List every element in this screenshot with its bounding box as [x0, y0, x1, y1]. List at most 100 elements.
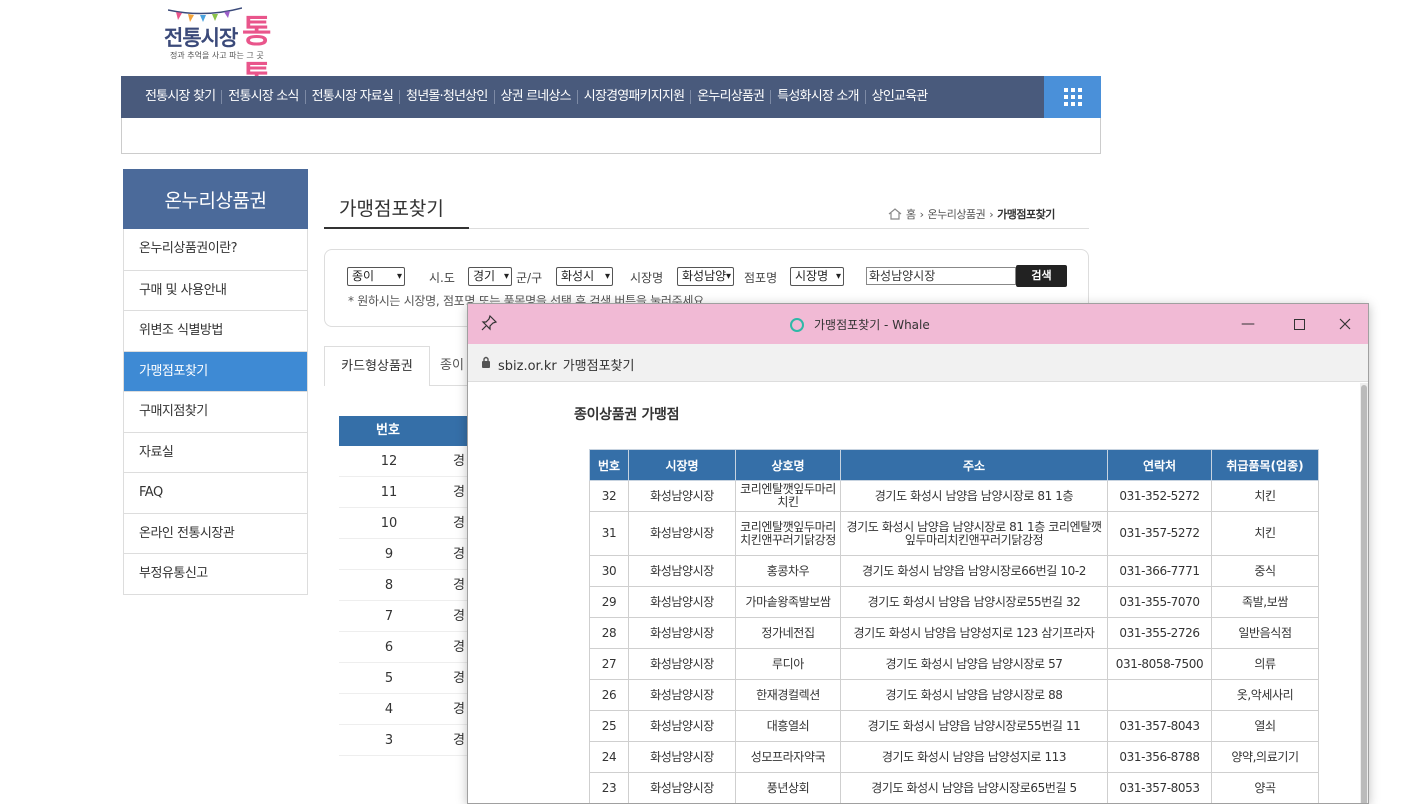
table-header-number: 번호 — [339, 416, 469, 446]
sidebar-item[interactable]: 가맹점포찾기 — [124, 350, 307, 391]
sidebar-item[interactable]: 온라인 전통시장관 — [124, 512, 307, 554]
pin-icon[interactable] — [480, 314, 498, 332]
cell-address: 경기도 화성시 남양읍 남양시장로 57 — [840, 648, 1108, 680]
table-row[interactable]: 7경 — [339, 601, 469, 632]
merchant-row[interactable]: 26 화성남양시장 한재경컬렉션 경기도 화성시 남양읍 남양시장로 88 옷,악세사리 — [589, 679, 1319, 711]
chevron-down-icon: ▾ — [503, 271, 509, 282]
sidebar-item[interactable]: 온누리상품권이란? — [124, 229, 307, 270]
top-nav-item[interactable]: 청년몰·청년상인 — [400, 90, 495, 104]
table-row[interactable]: 12 경 — [339, 446, 469, 477]
gungu-select[interactable]: 화성시 ▾ — [556, 267, 613, 286]
cell-market: 화성남양시장 — [628, 555, 736, 587]
cell-number: 25 — [589, 710, 629, 742]
merchant-row[interactable]: 25 화성남양시장 대흥열쇠 경기도 화성시 남양읍 남양시장로55번길 11 031-… — [589, 710, 1319, 742]
tab-paper-voucher[interactable]: 종이 — [430, 346, 470, 386]
table-row[interactable]: 9경 — [339, 539, 469, 570]
cell-market: 화성남양시장 — [628, 772, 736, 803]
merchant-row[interactable]: 28 화성남양시장 정가네전집 경기도 화성시 남양읍 남양성지로 123 삼기프라자… — [589, 617, 1319, 649]
sub-menu-bar — [121, 118, 1101, 154]
top-nav-item[interactable]: 특성화시장 소개 — [771, 90, 866, 104]
row-number: 4 — [384, 702, 394, 717]
merchant-row[interactable]: 29 화성남양시장 가마솥왕족발보쌈 경기도 화성시 남양읍 남양시장로55번길 32… — [589, 586, 1319, 618]
chevron-right-icon: › — [919, 207, 924, 221]
merchant-row[interactable]: 32 화성남양시장 코리엔탈깻잎두마리치킨 경기도 화성시 남양읍 남양시장로 81 … — [589, 480, 1319, 512]
merchant-row[interactable]: 30 화성남양시장 홍콩차우 경기도 화성시 남양읍 남양시장로66번길 10-2 03… — [589, 555, 1319, 587]
page-title: 가맹점포찾기 — [324, 194, 469, 229]
sidebar-item[interactable]: 구매지점찾기 — [124, 391, 307, 432]
merchant-row[interactable]: 27 화성남양시장 루디아 경기도 화성시 남양읍 남양시장로 57 031-8058-… — [589, 648, 1319, 680]
tab-card-voucher[interactable]: 카드형상품권 — [324, 346, 430, 386]
store-select[interactable]: 시장명 ▾ — [790, 267, 844, 286]
market-select[interactable]: 화성남양 ▾ — [677, 267, 734, 286]
cell-address: 경기도 화성시 남양읍 남양시장로 81 1층 — [840, 480, 1108, 512]
gungu-select-value: 화성시 — [561, 269, 595, 283]
top-nav-item[interactable]: 전통시장 자료실 — [306, 90, 401, 104]
top-nav-item[interactable]: 전통시장 찾기 — [137, 90, 223, 104]
cell-store-name: 성모프라자약국 — [735, 741, 841, 773]
cell-store-name: 가마솥왕족발보쌈 — [735, 586, 841, 618]
minimize-icon[interactable]: — — [1230, 310, 1266, 338]
popup-title-bar[interactable]: 가맹점포찾기 - Whale — — [468, 304, 1368, 344]
top-nav-item[interactable]: 시장경영패키지지원 — [578, 90, 692, 104]
top-nav-item[interactable]: 전통시장 소식 — [222, 90, 306, 104]
table-row[interactable]: 11 경 — [339, 477, 469, 508]
merchant-row[interactable]: 24 화성남양시장 성모프라자약국 경기도 화성시 남양읍 남양성지로 113 031-… — [589, 741, 1319, 773]
site-logo[interactable]: 전통시장 통통 정과 추억을 사고 파는 그 곳 — [164, 4, 294, 96]
merchant-table: 번호 시장명 상호명 주소 연락처 취급품목(업종) 32 화성남양시장 코리엔탈깻잎두마리치… — [589, 449, 1319, 803]
cell-category: 옷,악세사리 — [1211, 679, 1319, 711]
cell-phone — [1107, 679, 1212, 711]
top-nav-item[interactable]: 상권 르네상스 — [495, 90, 578, 104]
column-header: 시장명 — [628, 449, 736, 481]
cell-store-name: 루디아 — [735, 648, 841, 680]
sidebar-item[interactable]: 부정유통신고 — [124, 553, 307, 594]
sidebar-item[interactable]: 구매 및 사용안내 — [124, 269, 307, 311]
sidebar-item[interactable]: 위변조 식별방법 — [124, 310, 307, 351]
logo-main-text: 전통시장 — [164, 26, 238, 50]
close-icon[interactable] — [1327, 310, 1363, 338]
sidebar-title: 온누리상품권 — [123, 169, 308, 229]
cell-market: 화성남양시장 — [628, 679, 736, 711]
store-table: 번호 12 경 11 경 10 경 9 경 8 경 7 경 6 경 5 경 4 경 3 경 — [339, 416, 469, 756]
cell-number: 23 — [589, 772, 629, 803]
popup-address-bar[interactable]: sbiz.or.kr 가맹점포찾기 — [468, 344, 1368, 382]
top-navigation: 전통시장 찾기 전통시장 소식 전통시장 자료실 청년몰·청년상인 상권 르네상스 시장경… — [121, 76, 1101, 118]
table-row[interactable]: 10 경 — [339, 508, 469, 539]
table-row[interactable]: 8경 — [339, 570, 469, 601]
sidebar-menu: 온누리상품권이란? 구매 및 사용안내 위변조 식별방법 가맹점포찾기 구매지점찾기 자료… — [123, 229, 308, 595]
whale-browser-icon — [790, 317, 804, 332]
top-nav-item[interactable]: 상인교육관 — [866, 90, 934, 104]
table-row[interactable]: 3경 — [339, 725, 469, 756]
row-market: 경 — [453, 454, 465, 469]
cell-phone: 031-366-7771 — [1107, 555, 1212, 587]
search-input[interactable]: 화성남양시장 — [866, 267, 1016, 285]
market-label: 시장명 — [630, 271, 664, 285]
cell-number: 31 — [589, 511, 629, 556]
sidebar-item[interactable]: FAQ — [124, 472, 307, 513]
merchant-row[interactable]: 23 화성남양시장 풍년상회 경기도 화성시 남양읍 남양시장로65번길 5 031-3… — [589, 772, 1319, 803]
breadcrumb-home[interactable]: 홈 — [906, 206, 916, 222]
cell-store-name: 코리엔탈깻잎두마리치킨 — [735, 480, 841, 512]
sidebar-item[interactable]: 자료실 — [124, 431, 307, 473]
cell-store-name: 대흥열쇠 — [735, 710, 841, 742]
maximize-icon[interactable] — [1281, 310, 1317, 338]
search-button[interactable]: 검색 — [1016, 265, 1067, 287]
table-row[interactable]: 6경 — [339, 632, 469, 663]
cell-address: 경기도 화성시 남양읍 남양시장로55번길 32 — [840, 586, 1108, 618]
home-icon[interactable] — [888, 208, 902, 220]
merchant-row[interactable]: 31 화성남양시장 코리엔탈깻잎두마리치킨앤꾸러기닭강정 경기도 화성시 남양읍 남양… — [589, 511, 1319, 556]
sidebar: 온누리상품권 온누리상품권이란? 구매 및 사용안내 위변조 식별방법 가맹점포찾기 구… — [123, 169, 308, 595]
breadcrumb-section[interactable]: 온누리상품권 — [928, 206, 986, 222]
grid-menu-icon[interactable] — [1044, 76, 1101, 118]
cell-phone: 031-357-8053 — [1107, 772, 1212, 803]
scrollbar-thumb[interactable] — [1361, 385, 1367, 803]
popup-window: 가맹점포찾기 - Whale — sbiz.or.kr 가맹점포찾기 종이상품권 … — [467, 303, 1369, 804]
table-row[interactable]: 5경 — [339, 663, 469, 694]
cell-address: 경기도 화성시 남양읍 남양시장로66번길 10-2 — [840, 555, 1108, 587]
popup-scrollbar[interactable] — [1360, 383, 1368, 803]
type-select[interactable]: 종이 ▾ — [347, 267, 405, 286]
table-row[interactable]: 4경 — [339, 694, 469, 725]
sido-select-value: 경기 — [473, 269, 496, 283]
sido-select[interactable]: 경기 ▾ — [468, 267, 512, 286]
top-nav-item[interactable]: 온누리상품권 — [691, 90, 772, 104]
cell-phone: 031-8058-7500 — [1107, 648, 1212, 680]
